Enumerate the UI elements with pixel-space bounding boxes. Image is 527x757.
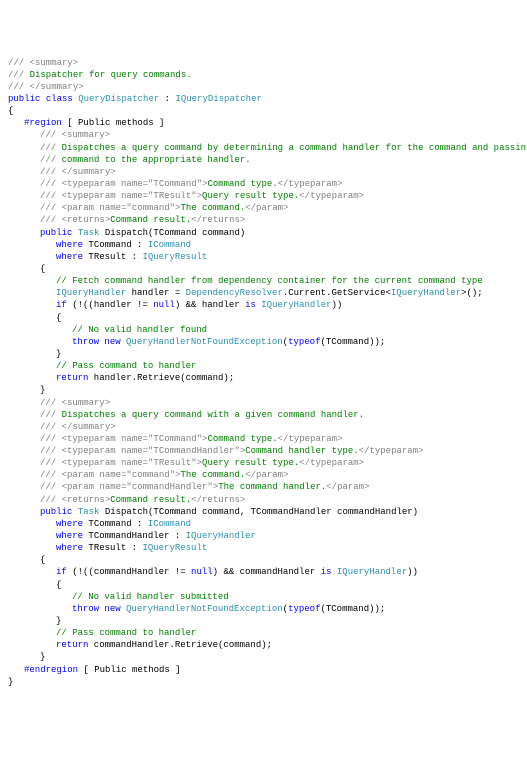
code-editor: /// <summary>/// Dispatcher for query co… — [8, 57, 519, 688]
